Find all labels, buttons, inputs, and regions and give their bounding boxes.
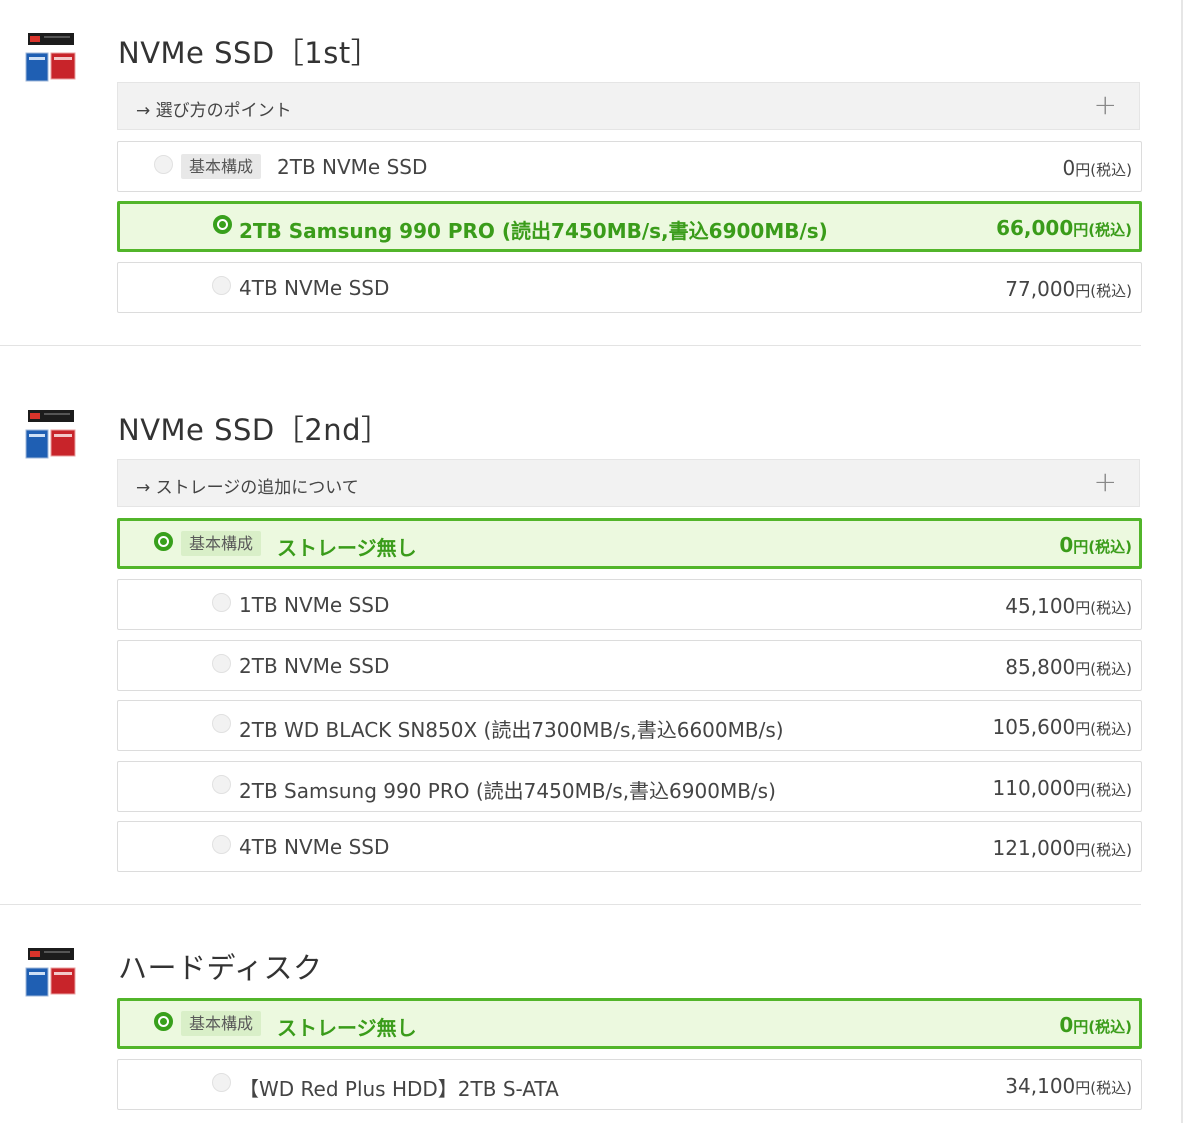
price-amount: 0 <box>1059 1013 1074 1037</box>
price-currency: 円 <box>1075 781 1091 799</box>
price-amount: 45,100 <box>1005 594 1076 618</box>
price-tax-note: (税込) <box>1090 1079 1132 1097</box>
price-amount: 105,600 <box>992 715 1076 739</box>
price-tax-note: (税込) <box>1088 1018 1132 1036</box>
option-wd-red-plus-hdd-2tb[interactable]: 【WD Red Plus HDD】2TB S-ATA 34,100円(税込) <box>117 1059 1142 1110</box>
radio-button[interactable] <box>212 593 231 612</box>
price-currency: 円 <box>1075 841 1091 859</box>
price-tax-note: (税込) <box>1090 599 1132 617</box>
ssd-product-icon <box>25 410 76 459</box>
section-title: NVMe SSD［2nd］ <box>118 413 391 447</box>
price-amount: 85,800 <box>1005 655 1076 679</box>
price-currency: 円 <box>1073 221 1089 239</box>
radio-button-selected[interactable] <box>154 532 173 551</box>
price-currency: 円 <box>1075 1079 1091 1097</box>
price-currency: 円 <box>1075 282 1091 300</box>
hdd-product-icon <box>25 948 76 997</box>
price-tax-note: (税込) <box>1090 161 1132 179</box>
option-label: 4TB NVMe SSD <box>239 276 390 300</box>
section-title: ハードディスク <box>118 951 323 985</box>
accordion-storage-addition[interactable]: → ストレージの追加について + <box>117 459 1140 507</box>
option-4tb-nvme-ssd[interactable]: 4TB NVMe SSD 121,000円(税込) <box>117 821 1142 872</box>
price-currency: 円 <box>1073 1018 1089 1036</box>
radio-button[interactable] <box>212 835 231 854</box>
accordion-label: → ストレージの追加について <box>136 478 359 498</box>
option-price: 110,000円(税込) <box>993 776 1132 800</box>
option-label: 2TB Samsung 990 PRO (読出7450MB/s,書込6900MB… <box>239 219 828 243</box>
plus-icon[interactable]: + <box>1094 91 1117 119</box>
option-label: 【WD Red Plus HDD】2TB S-ATA <box>239 1077 559 1101</box>
price-tax-note: (税込) <box>1088 221 1132 239</box>
option-price: 45,100円(税込) <box>1005 594 1132 618</box>
accordion-selection-tips[interactable]: → 選び方のポイント + <box>117 82 1140 130</box>
option-2tb-samsung-990-pro[interactable]: 2TB Samsung 990 PRO (読出7450MB/s,書込6900MB… <box>117 201 1142 252</box>
price-tax-note: (税込) <box>1090 781 1132 799</box>
price-amount: 0 <box>1062 156 1076 180</box>
plus-icon[interactable]: + <box>1094 468 1117 496</box>
price-currency: 円 <box>1075 660 1091 678</box>
ssd-product-icon <box>25 33 76 82</box>
section-title: NVMe SSD［1st］ <box>118 36 381 70</box>
option-price: 0円(税込) <box>1059 533 1132 557</box>
option-label: 2TB NVMe SSD <box>277 155 428 179</box>
option-price: 85,800円(税込) <box>1005 655 1132 679</box>
option-2tb-nvme-ssd[interactable]: 2TB NVMe SSD 85,800円(税込) <box>117 640 1142 691</box>
option-2tb-samsung-990-pro[interactable]: 2TB Samsung 990 PRO (読出7450MB/s,書込6900MB… <box>117 761 1142 812</box>
price-currency: 円 <box>1073 538 1089 556</box>
option-price: 0円(税込) <box>1059 1013 1132 1037</box>
option-1tb-nvme-ssd[interactable]: 1TB NVMe SSD 45,100円(税込) <box>117 579 1142 630</box>
price-amount: 0 <box>1059 533 1074 557</box>
option-price: 66,000円(税込) <box>996 216 1132 240</box>
option-label: 2TB NVMe SSD <box>239 654 390 678</box>
price-amount: 110,000 <box>992 776 1076 800</box>
price-tax-note: (税込) <box>1090 841 1132 859</box>
price-amount: 121,000 <box>992 836 1076 860</box>
price-tax-note: (税込) <box>1090 660 1132 678</box>
radio-button[interactable] <box>212 654 231 673</box>
price-amount: 34,100 <box>1005 1074 1076 1098</box>
section-divider <box>0 904 1141 905</box>
option-price: 121,000円(税込) <box>993 836 1132 860</box>
price-amount: 77,000 <box>1005 277 1076 301</box>
price-currency: 円 <box>1075 599 1091 617</box>
price-amount: 66,000 <box>996 216 1074 240</box>
option-label: 1TB NVMe SSD <box>239 593 390 617</box>
option-no-storage[interactable]: 基本構成 ストレージ無し 0円(税込) <box>117 998 1142 1049</box>
radio-button[interactable] <box>212 1073 231 1092</box>
option-price: 34,100円(税込) <box>1005 1074 1132 1098</box>
option-price: 105,600円(税込) <box>993 715 1132 739</box>
section-divider <box>0 345 1141 346</box>
option-price: 0円(税込) <box>1063 156 1132 180</box>
radio-button[interactable] <box>212 276 231 295</box>
price-tax-note: (税込) <box>1090 282 1132 300</box>
option-label: ストレージ無し <box>277 536 417 560</box>
base-config-badge: 基本構成 <box>181 531 262 556</box>
price-currency: 円 <box>1075 720 1091 738</box>
option-label: 2TB WD BLACK SN850X (読出7300MB/s,書込6600MB… <box>239 718 784 742</box>
base-config-badge: 基本構成 <box>181 154 262 179</box>
radio-button-selected[interactable] <box>154 1012 173 1031</box>
accordion-label: → 選び方のポイント <box>136 101 292 121</box>
option-2tb-wd-black-sn850x[interactable]: 2TB WD BLACK SN850X (読出7300MB/s,書込6600MB… <box>117 700 1142 751</box>
option-label: 2TB Samsung 990 PRO (読出7450MB/s,書込6900MB… <box>239 779 776 803</box>
option-2tb-nvme-ssd[interactable]: 基本構成 2TB NVMe SSD 0円(税込) <box>117 141 1142 192</box>
base-config-badge: 基本構成 <box>181 1011 262 1036</box>
option-price: 77,000円(税込) <box>1005 277 1132 301</box>
price-currency: 円 <box>1075 161 1091 179</box>
option-4tb-nvme-ssd[interactable]: 4TB NVMe SSD 77,000円(税込) <box>117 262 1142 313</box>
option-label: ストレージ無し <box>277 1016 417 1040</box>
radio-button[interactable] <box>212 775 231 794</box>
radio-button[interactable] <box>212 714 231 733</box>
price-tax-note: (税込) <box>1088 538 1132 556</box>
option-label: 4TB NVMe SSD <box>239 835 390 859</box>
radio-button-selected[interactable] <box>213 215 232 234</box>
radio-button[interactable] <box>154 155 173 174</box>
price-tax-note: (税込) <box>1090 720 1132 738</box>
option-no-storage[interactable]: 基本構成 ストレージ無し 0円(税込) <box>117 518 1142 569</box>
